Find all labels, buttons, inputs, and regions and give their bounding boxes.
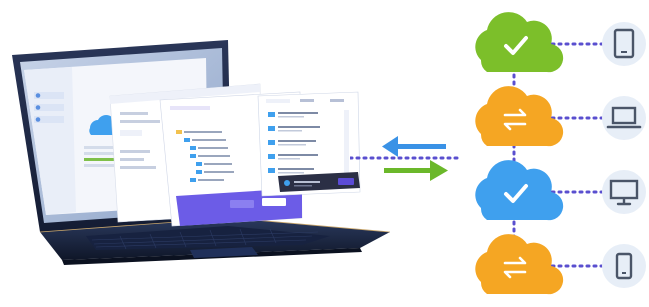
device-laptop xyxy=(602,96,646,140)
file-icon xyxy=(268,154,275,159)
folder-icon xyxy=(190,154,196,158)
cloud-account-icon xyxy=(35,105,41,110)
file-icon xyxy=(268,126,275,131)
file-icon xyxy=(268,112,275,117)
laptop-illustration xyxy=(12,40,391,265)
folder-icon xyxy=(184,138,190,142)
file-icon xyxy=(268,140,275,145)
cloud-synced-blue xyxy=(475,160,564,221)
file-icon xyxy=(268,168,275,173)
folder-icon xyxy=(176,130,182,134)
cloud-account-icon xyxy=(35,93,41,98)
sync-illustration xyxy=(0,0,649,307)
cloud-account-icon xyxy=(35,117,41,122)
device-tablet xyxy=(602,22,646,66)
cloud-device-network xyxy=(350,12,646,295)
folder-icon xyxy=(190,178,196,182)
status-indicator-icon xyxy=(284,180,290,186)
folder-icon xyxy=(196,170,202,174)
folder-icon xyxy=(190,146,196,150)
confirm-button[interactable] xyxy=(262,198,286,206)
cloud-synced-green xyxy=(475,12,564,73)
cloud-syncing-orange xyxy=(475,86,564,147)
cloud-syncing-orange xyxy=(475,234,564,295)
device-smartphone xyxy=(602,244,646,288)
device-desktop xyxy=(602,170,646,214)
cancel-button[interactable] xyxy=(230,200,254,208)
folder-icon xyxy=(196,162,202,166)
